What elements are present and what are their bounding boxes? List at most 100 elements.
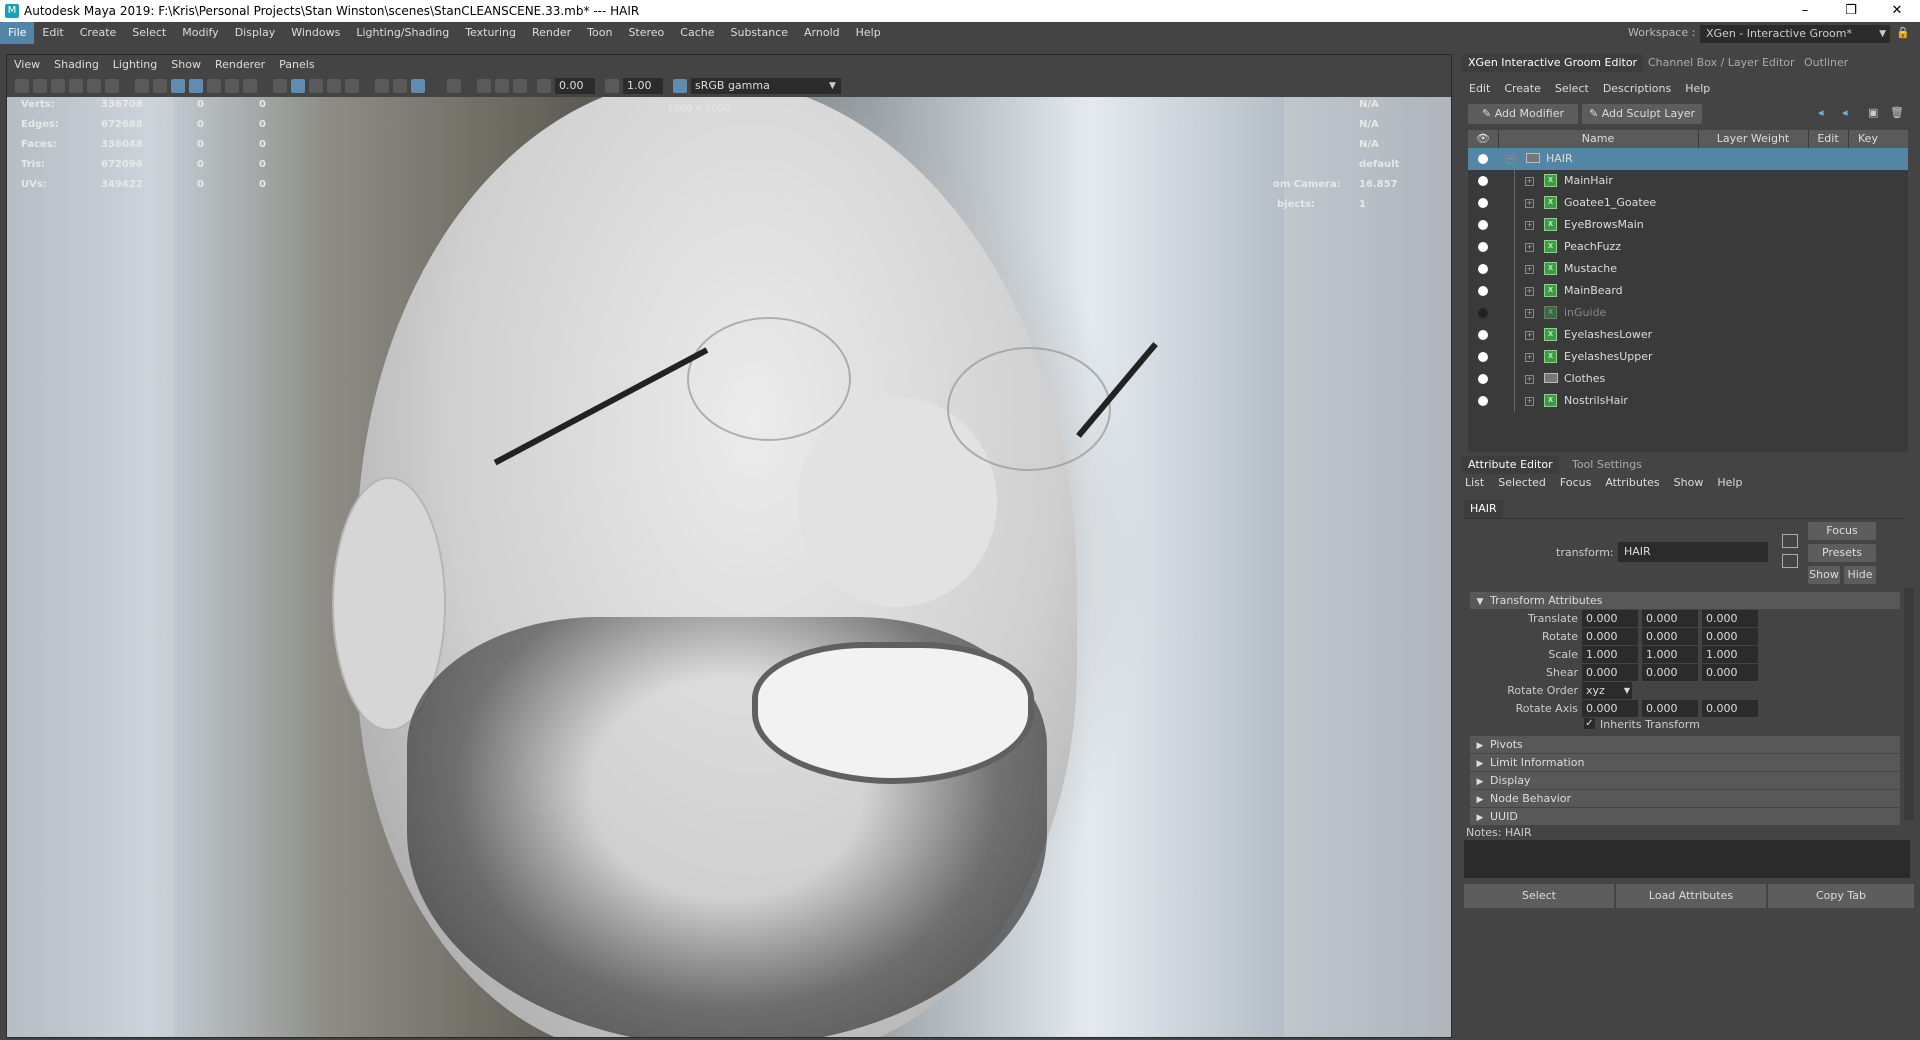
- shear-y-field[interactable]: 0.000: [1642, 664, 1698, 681]
- list-item[interactable]: + x EyelashesLower: [1468, 324, 1908, 346]
- smooth-shade-icon[interactable]: [291, 79, 305, 93]
- xgen-menu-edit[interactable]: Edit: [1462, 80, 1497, 98]
- gate-mask-icon[interactable]: [189, 79, 203, 93]
- xray-active-icon[interactable]: [513, 79, 527, 93]
- scale-x-field[interactable]: 1.000: [1582, 646, 1638, 663]
- hide-button[interactable]: Hide: [1844, 566, 1876, 584]
- resolution-gate-icon[interactable]: [171, 79, 185, 93]
- menu-create[interactable]: Create: [72, 22, 125, 44]
- expand-icon[interactable]: +: [1525, 331, 1534, 340]
- add-modifier-button[interactable]: ✎ Add Modifier: [1468, 104, 1578, 124]
- camera-select-icon[interactable]: [15, 79, 29, 93]
- shear-z-field[interactable]: 0.000: [1702, 664, 1758, 681]
- visibility-toggle[interactable]: [1478, 330, 1488, 340]
- wireframe-on-shaded-icon[interactable]: [309, 79, 323, 93]
- menu-select[interactable]: Select: [124, 22, 174, 44]
- viewport-menu-renderer[interactable]: Renderer: [208, 55, 272, 75]
- menu-display[interactable]: Display: [227, 22, 284, 44]
- visibility-toggle[interactable]: [1478, 396, 1488, 406]
- menu-cache[interactable]: Cache: [672, 22, 722, 44]
- scrollbar[interactable]: [1904, 588, 1914, 820]
- workspace-select[interactable]: XGen - Interactive Groom* ▼: [1700, 25, 1890, 43]
- menu-render[interactable]: Render: [524, 22, 579, 44]
- go-to-input-icon[interactable]: [1782, 534, 1798, 548]
- load-attributes-button[interactable]: Load Attributes: [1616, 884, 1766, 908]
- gamma-field[interactable]: 1.00: [623, 78, 663, 94]
- list-item[interactable]: + x EyelashesUpper: [1468, 346, 1908, 368]
- visibility-toggle[interactable]: [1478, 286, 1488, 296]
- menu-lighting-shading[interactable]: Lighting/Shading: [348, 22, 457, 44]
- collapse-icon[interactable]: −: [1506, 155, 1515, 164]
- rotate-z-field[interactable]: 0.000: [1702, 628, 1758, 645]
- list-item[interactable]: − HAIR: [1468, 148, 1908, 170]
- expand-icon[interactable]: +: [1525, 309, 1534, 318]
- viewport-menu-shading[interactable]: Shading: [47, 55, 106, 75]
- new-folder-icon[interactable]: ▣: [1868, 106, 1884, 122]
- xray-icon[interactable]: [477, 79, 491, 93]
- trash-icon[interactable]: 🗑: [1890, 106, 1906, 122]
- translate-x-field[interactable]: 0.000: [1582, 610, 1638, 627]
- isolate-select-icon[interactable]: [447, 79, 461, 93]
- list-item[interactable]: + x Goatee1_Goatee: [1468, 192, 1908, 214]
- menu-help[interactable]: Help: [848, 22, 889, 44]
- xgen-menu-select[interactable]: Select: [1548, 80, 1596, 98]
- two-d-pan-icon[interactable]: [105, 79, 119, 93]
- inherits-transform-checkbox[interactable]: ✓: [1584, 718, 1595, 729]
- rotate-y-field[interactable]: 0.000: [1642, 628, 1698, 645]
- rotate-axis-x-field[interactable]: 0.000: [1582, 700, 1638, 717]
- shadows-icon[interactable]: [375, 79, 389, 93]
- ambient-occlusion-icon[interactable]: [393, 79, 407, 93]
- expand-icon[interactable]: +: [1525, 375, 1534, 384]
- tab-outliner[interactable]: Outliner: [1798, 54, 1854, 72]
- expand-icon[interactable]: +: [1525, 397, 1534, 406]
- import-icon[interactable]: ◂: [1818, 106, 1834, 122]
- list-item[interactable]: + x Mustache: [1468, 258, 1908, 280]
- section-pivots[interactable]: ▶ Pivots: [1470, 736, 1900, 753]
- translate-z-field[interactable]: 0.000: [1702, 610, 1758, 627]
- transform-name-field[interactable]: HAIR: [1618, 542, 1768, 562]
- rotate-x-field[interactable]: 0.000: [1582, 628, 1638, 645]
- show-button[interactable]: Show: [1808, 566, 1840, 584]
- list-item[interactable]: + x PeachFuzz: [1468, 236, 1908, 258]
- expand-icon[interactable]: +: [1525, 287, 1534, 296]
- menu-windows[interactable]: Windows: [283, 22, 348, 44]
- scale-z-field[interactable]: 1.000: [1702, 646, 1758, 663]
- scale-y-field[interactable]: 1.000: [1642, 646, 1698, 663]
- close-button[interactable]: ✕: [1874, 0, 1920, 22]
- tab-xgen-interactive-groom-editor[interactable]: XGen Interactive Groom Editor: [1462, 54, 1644, 72]
- maximize-button[interactable]: ❐: [1828, 0, 1874, 22]
- rotate-axis-y-field[interactable]: 0.000: [1642, 700, 1698, 717]
- textured-icon[interactable]: [327, 79, 341, 93]
- list-item[interactable]: + Clothes: [1468, 368, 1908, 390]
- eye-icon[interactable]: 👁: [1468, 130, 1499, 148]
- ae-menu-focus[interactable]: Focus: [1553, 474, 1598, 492]
- ae-menu-list[interactable]: List: [1458, 474, 1491, 492]
- rotate-order-select[interactable]: xyz ▼: [1582, 682, 1632, 699]
- list-item[interactable]: + x EyeBrowsMain: [1468, 214, 1908, 236]
- expand-icon[interactable]: +: [1525, 265, 1534, 274]
- xray-joints-icon[interactable]: [495, 79, 509, 93]
- expand-icon[interactable]: +: [1525, 353, 1534, 362]
- section-node-behavior[interactable]: ▶ Node Behavior: [1470, 790, 1900, 807]
- viewport-menu-lighting[interactable]: Lighting: [106, 55, 164, 75]
- ae-menu-help[interactable]: Help: [1710, 474, 1749, 492]
- list-item[interactable]: + x MainBeard: [1468, 280, 1908, 302]
- anti-aliasing-icon[interactable]: [411, 79, 425, 93]
- presets-button[interactable]: Presets: [1808, 544, 1876, 562]
- column-layer-weight[interactable]: Layer Weight: [1698, 130, 1809, 148]
- menu-texturing[interactable]: Texturing: [457, 22, 524, 44]
- expand-icon[interactable]: +: [1525, 243, 1534, 252]
- select-button[interactable]: Select: [1464, 884, 1614, 908]
- tab-tool-settings[interactable]: Tool Settings: [1566, 456, 1648, 474]
- rotate-axis-z-field[interactable]: 0.000: [1702, 700, 1758, 717]
- tab-channel-box[interactable]: Channel Box / Layer Editor: [1642, 54, 1801, 72]
- exposure-icon[interactable]: [537, 79, 551, 93]
- translate-y-field[interactable]: 0.000: [1642, 610, 1698, 627]
- column-edit[interactable]: Edit: [1808, 130, 1849, 148]
- section-uuid[interactable]: ▶ UUID: [1470, 808, 1900, 825]
- menu-file[interactable]: File: [0, 22, 35, 44]
- safe-title-icon[interactable]: [243, 79, 257, 93]
- lock-icon[interactable]: 🔒: [1896, 26, 1916, 42]
- safe-action-icon[interactable]: [225, 79, 239, 93]
- minimize-button[interactable]: –: [1782, 0, 1828, 22]
